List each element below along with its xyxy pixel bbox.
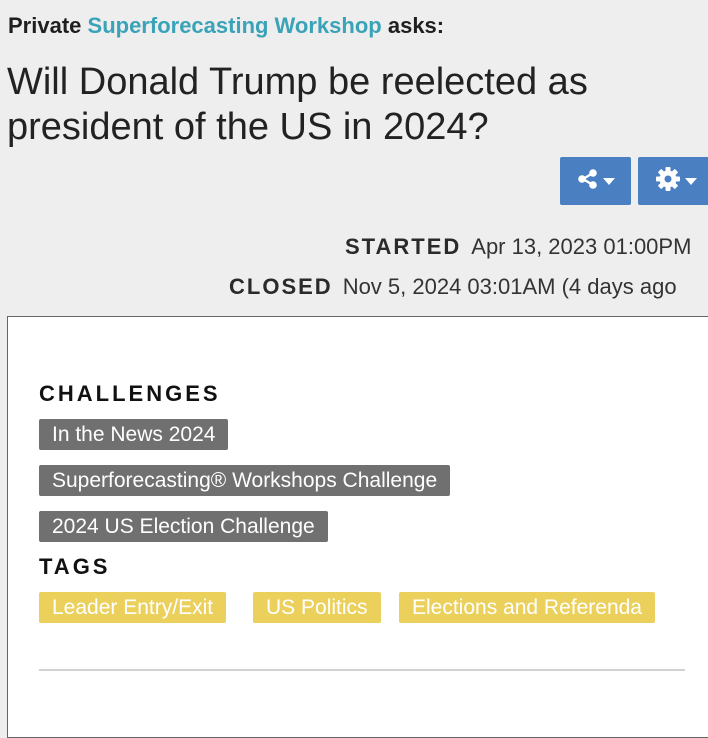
challenge-chip[interactable]: 2024 US Election Challenge <box>39 511 328 542</box>
question-source: Private Superforecasting Workshop asks: <box>8 13 444 39</box>
question-details-panel: CHALLENGES In the News 2024 Superforecas… <box>7 316 708 738</box>
chevron-down-icon <box>684 177 697 185</box>
privacy-label: Private <box>8 13 82 38</box>
closed-value: Nov 5, 2024 03:01AM (4 days ago <box>342 274 677 299</box>
chevron-down-icon <box>602 177 615 185</box>
tag-chip[interactable]: US Politics <box>253 592 381 623</box>
tag-chip[interactable]: Leader Entry/Exit <box>39 592 227 623</box>
challenges-heading: CHALLENGES <box>39 381 221 406</box>
started-label: STARTED <box>345 234 462 259</box>
organization-link[interactable]: Superforecasting Workshop <box>88 13 382 38</box>
challenge-chip[interactable]: Superforecasting® Workshops Challenge <box>39 465 451 496</box>
started-row: STARTED Apr 13, 2023 01:00PM <box>345 234 691 260</box>
tag-chip[interactable]: Elections and Referenda <box>399 592 655 623</box>
closed-label: CLOSED <box>229 274 333 299</box>
share-icon <box>577 168 599 195</box>
divider <box>39 669 685 671</box>
share-button[interactable] <box>560 157 631 205</box>
gear-icon <box>655 166 681 197</box>
settings-button[interactable] <box>638 157 708 205</box>
asks-label: asks: <box>387 13 445 38</box>
started-value: Apr 13, 2023 01:00PM <box>471 234 692 259</box>
closed-row: CLOSED Nov 5, 2024 03:01AM (4 days ago <box>229 274 677 300</box>
tags-heading: TAGS <box>39 554 111 579</box>
challenge-chip[interactable]: In the News 2024 <box>39 419 229 450</box>
question-title: Will Donald Trump be reelected as presid… <box>7 61 588 148</box>
